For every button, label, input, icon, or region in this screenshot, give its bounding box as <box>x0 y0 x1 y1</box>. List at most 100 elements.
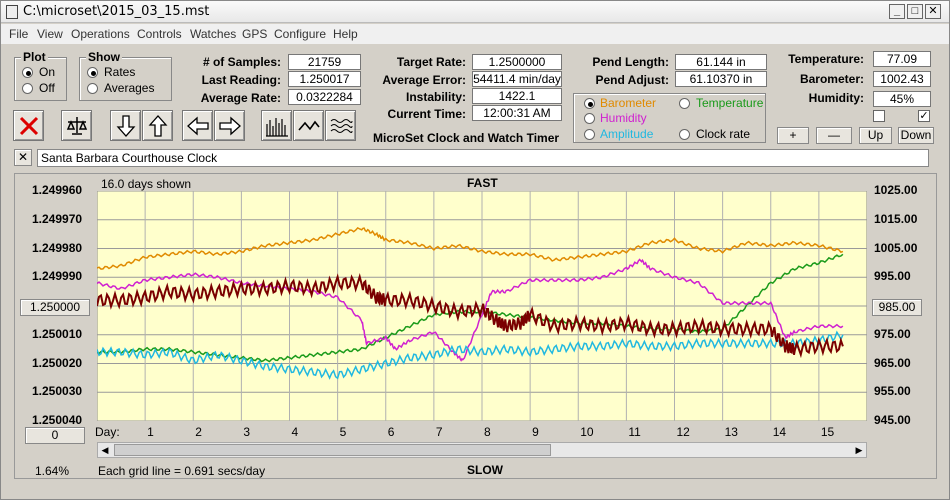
day-tick-label: 7 <box>435 425 443 439</box>
day-tick-label: 8 <box>484 425 491 439</box>
left-axis-tick: 1.250010 <box>32 326 83 341</box>
menu-view[interactable]: View <box>37 27 63 41</box>
stop-button[interactable] <box>13 110 44 141</box>
fast-label: FAST <box>467 176 498 190</box>
move-down-button[interactable] <box>110 110 141 141</box>
menu-controls[interactable]: Controls <box>137 27 182 41</box>
sensor-clockrate-radio[interactable] <box>679 129 690 140</box>
close-window-button[interactable]: ✕ <box>925 4 941 19</box>
right-axis-tick: 945.00 <box>874 413 911 427</box>
sensor-humidity-label: Humidity <box>600 111 647 125</box>
scrollbar-thumb[interactable] <box>114 444 551 456</box>
menu-watches[interactable]: Watches <box>190 27 236 41</box>
day-tick-label: 6 <box>387 425 395 439</box>
right-axis-tick: 1025.00 <box>874 183 918 197</box>
arrow-down-icon <box>116 115 136 137</box>
instability-value: 1422.1 mins/day <box>472 88 562 117</box>
target-rate-value: 1.2500000 <box>472 54 562 70</box>
right-axis-tick: 1015.00 <box>874 211 918 226</box>
pend-adjust-value: 61.10370 in <box>675 71 767 87</box>
plot-group: Plot On Off <box>14 50 67 101</box>
day-tick-label: 15 <box>820 425 835 439</box>
avg-error-label: Average Error: <box>382 73 466 87</box>
show-averages-radio[interactable] <box>87 83 98 94</box>
last-reading-label: Last Reading: <box>201 73 281 87</box>
right-axis-tick: 995.00 <box>874 269 911 284</box>
avg-rate-label: Average Rate: <box>200 91 281 105</box>
move-up-button[interactable] <box>142 110 173 141</box>
center-baro-button[interactable]: 985.00 <box>872 299 922 316</box>
scale-plus-button[interactable]: + <box>777 127 809 144</box>
menu-configure[interactable]: Configure <box>274 27 326 41</box>
window-title: C:\microset\2015_03_15.mst <box>23 4 210 19</box>
left-axis-tick: 1.250020 <box>32 355 83 370</box>
samples-label: # of Samples: <box>202 55 281 69</box>
scroll-left-arrow-icon[interactable]: ◀ <box>98 443 112 457</box>
left-bottom-button[interactable]: 0 <box>25 427 85 444</box>
clear-clock-button[interactable]: ✕ <box>14 149 32 166</box>
left-axis-tick: 1.249960 <box>32 183 83 197</box>
maximize-button[interactable]: □ <box>907 4 923 19</box>
day-tick-label: 2 <box>195 425 202 439</box>
day-axis-label: Day: <box>95 425 120 439</box>
sensor-humidity-radio[interactable] <box>584 113 595 124</box>
scroll-right-arrow-icon[interactable]: ▶ <box>852 443 866 457</box>
timeline-scrollbar[interactable]: ◀ ▶ <box>97 442 867 458</box>
day-tick-label: 12 <box>676 425 690 439</box>
barometer-value: 1002.43 <box>873 71 931 87</box>
percent-label: 1.64% <box>35 464 70 478</box>
chart-plot-area[interactable] <box>97 191 867 421</box>
show-rates-radio[interactable] <box>87 67 98 78</box>
show-group: Show Rates Averages <box>79 50 172 101</box>
plot-on-radio[interactable] <box>22 67 33 78</box>
center-rate-button[interactable]: 1.250000 <box>20 299 90 316</box>
day-tick-label: 1 <box>147 425 154 439</box>
instability-label: Instability: <box>405 90 466 104</box>
menu-gps[interactable]: GPS <box>242 27 267 41</box>
menu-file[interactable]: File <box>9 27 28 41</box>
day-tick-label: 4 <box>291 425 299 439</box>
humidity-value: 45% <box>873 91 931 107</box>
sensor-clockrate-label: Clock rate <box>696 127 751 141</box>
minimize-button[interactable]: _ <box>889 4 905 19</box>
barometer-label: Barometer: <box>799 72 864 86</box>
left-axis-tick: 1.250040 <box>32 413 83 427</box>
last-reading-value: 1.250017 <box>288 71 361 87</box>
calibrate-button[interactable] <box>61 110 92 141</box>
wave-graph-button[interactable] <box>325 110 356 141</box>
sensor-amplitude-radio[interactable] <box>584 129 595 140</box>
menu-help[interactable]: Help <box>333 27 358 41</box>
right-axis-tick: 955.00 <box>874 384 911 399</box>
current-time-value: 12:00:31 AM <box>472 105 562 121</box>
bar-graph-button[interactable] <box>261 110 292 141</box>
scale-minus-button[interactable]: — <box>816 127 852 144</box>
show-averages-label: Averages <box>104 81 155 95</box>
left-axis-tick: 1.249980 <box>32 240 83 255</box>
day-tick-label: 14 <box>772 425 787 439</box>
day-tick-label: 13 <box>724 425 738 439</box>
clock-name-field[interactable]: Santa Barbara Courthouse Clock <box>37 149 929 167</box>
scale-up-button[interactable]: Up <box>859 127 892 144</box>
option-checkbox-1[interactable] <box>873 110 885 122</box>
arrow-right-icon <box>219 116 241 136</box>
temperature-value: 77.09 <box>873 51 931 67</box>
wave-graph-icon <box>330 119 353 133</box>
plot-off-radio[interactable] <box>22 83 33 94</box>
sensor-barometer-radio[interactable] <box>584 98 595 109</box>
option-checkbox-2[interactable]: ✓ <box>918 110 930 122</box>
left-axis-tick: 1.249970 <box>32 211 83 226</box>
left-axis-tick: 1.250030 <box>32 384 83 399</box>
show-rates-label: Rates <box>104 65 136 79</box>
sensor-selector: Barometer Temperature Humidity Amplitude… <box>573 93 766 143</box>
scale-down-button[interactable]: Down <box>898 127 934 144</box>
plot-off-label: Off <box>39 81 55 95</box>
line-graph-icon <box>298 120 320 131</box>
sensor-temperature-radio[interactable] <box>679 98 690 109</box>
move-left-button[interactable] <box>182 110 213 141</box>
sensor-amplitude-label: Amplitude <box>600 127 654 141</box>
plot-on-label: On <box>39 65 56 79</box>
pend-adjust-label: Pend Adjust: <box>595 73 669 87</box>
menu-operations[interactable]: Operations <box>71 27 130 41</box>
line-graph-button[interactable] <box>293 110 324 141</box>
move-right-button[interactable] <box>214 110 245 141</box>
